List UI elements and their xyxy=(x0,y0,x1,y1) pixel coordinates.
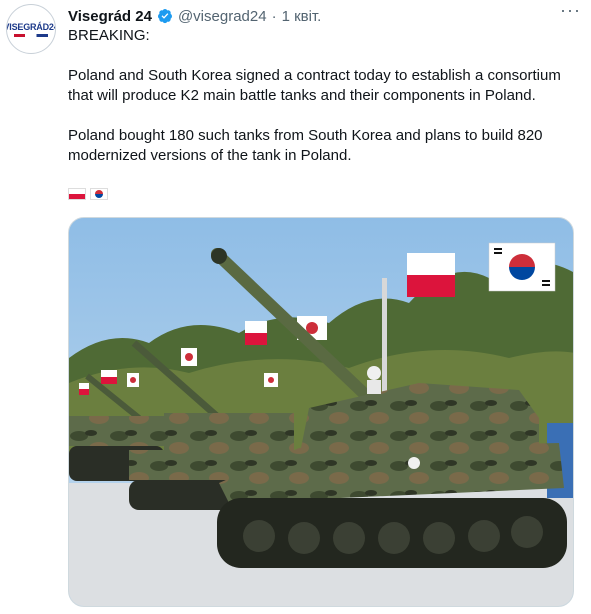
tweet-date[interactable]: 1 квіт. xyxy=(282,8,322,25)
south-korea-flag-emoji xyxy=(90,188,108,200)
avatar[interactable]: VISEGRÁD24 xyxy=(6,4,56,54)
tweet-text-line: BREAKING: xyxy=(68,27,150,44)
avatar-logo-stripe xyxy=(14,33,48,37)
handle[interactable]: @visegrad24 xyxy=(178,8,267,25)
tweet-text-line: modernized versions of the tank in Polan… xyxy=(68,147,352,164)
verified-badge-icon xyxy=(157,8,173,24)
tweet-text: BREAKING: Poland and South Korea signed … xyxy=(68,26,568,166)
tweet-text-line: Poland and South Korea signed a contract… xyxy=(68,67,561,84)
tweet-text-line: Poland bought 180 such tanks from South … xyxy=(68,127,543,144)
tweet-text-line: that will produce K2 main battle tanks a… xyxy=(68,87,536,104)
poland-flag-large xyxy=(407,253,455,297)
tweet-header: Visegrád 24 @visegrad24 · 1 квіт. xyxy=(68,6,581,26)
avatar-logo-text: VISEGRÁD24 xyxy=(6,21,56,32)
flag-emojis xyxy=(68,188,108,200)
poland-flag-emoji xyxy=(68,188,86,200)
tweet-photo[interactable] xyxy=(68,217,574,607)
more-options-icon[interactable]: ··· xyxy=(560,0,581,21)
k2-tanks-photo xyxy=(69,218,573,606)
tweet[interactable]: VISEGRÁD24 Visegrád 24 @visegrad24 · 1 к… xyxy=(0,0,591,614)
south-korea-flag-large xyxy=(488,242,556,292)
display-name[interactable]: Visegrád 24 xyxy=(68,8,152,25)
separator-dot: · xyxy=(271,7,277,25)
